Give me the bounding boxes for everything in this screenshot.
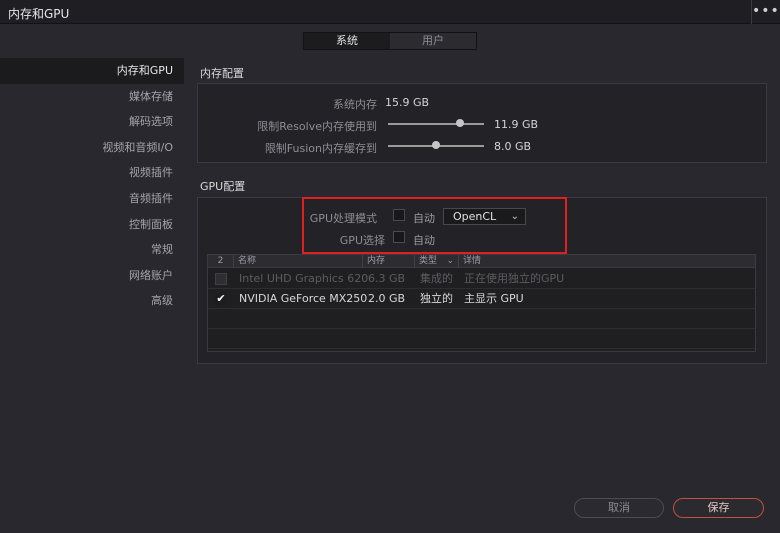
sidebar-item-decode-options[interactable]: 解码选项 bbox=[0, 109, 184, 135]
sidebar-item-memory-gpu[interactable]: 内存和GPU bbox=[0, 58, 184, 84]
gpu-mode-dropdown[interactable]: OpenCL ⌄ bbox=[443, 208, 526, 225]
fusion-limit-value: 8.0 GB bbox=[494, 140, 532, 153]
sidebar-item-network-accounts[interactable]: 网络账户 bbox=[0, 263, 184, 289]
gpu-table: 2 名称 内存 类型 ⌄ 详情 Intel UHD Graphics 620 6… bbox=[207, 254, 756, 352]
checkmark-icon: ✔ bbox=[216, 292, 226, 305]
window-title: 内存和GPU bbox=[8, 7, 70, 21]
resolve-limit-value: 11.9 GB bbox=[494, 118, 539, 131]
table-row-empty bbox=[208, 329, 755, 349]
gpu-config-title: GPU配置 bbox=[200, 180, 246, 193]
gpu-type: 独立的 bbox=[420, 292, 453, 305]
gpu-select-auto-label: 自动 bbox=[413, 234, 435, 247]
system-memory-label: 系统内存 bbox=[333, 98, 377, 111]
tab-user[interactable]: 用户 bbox=[390, 33, 476, 49]
gpu-mode-value: OpenCL bbox=[453, 210, 497, 223]
gpu-select-label: GPU选择 bbox=[339, 234, 385, 247]
gpu-row-checkbox[interactable] bbox=[215, 273, 227, 285]
gpu-type-header[interactable]: 类型 ⌄ bbox=[415, 255, 459, 268]
gpu-name: NVIDIA GeForce MX250 bbox=[239, 292, 368, 305]
gpu-type-header-label: 类型 bbox=[419, 256, 438, 266]
resolve-memory-slider-handle[interactable] bbox=[456, 119, 464, 127]
settings-tabs: 系统 用户 bbox=[303, 32, 477, 50]
cancel-button[interactable]: 取消 bbox=[574, 498, 664, 518]
sidebar-item-general[interactable]: 常规 bbox=[0, 237, 184, 263]
sidebar-item-video-audio-io[interactable]: 视频和音频I/O bbox=[0, 135, 184, 161]
chevron-down-icon: ⌄ bbox=[446, 256, 454, 266]
title-bar: 内存和GPU ••• bbox=[0, 0, 780, 24]
gpu-memory-header[interactable]: 内存 bbox=[363, 255, 415, 268]
resolve-memory-slider[interactable] bbox=[388, 123, 484, 125]
gpu-table-header: 2 名称 内存 类型 ⌄ 详情 bbox=[208, 255, 755, 268]
gpu-name-header[interactable]: 名称 bbox=[234, 255, 363, 268]
sidebar: 内存和GPU 媒体存储 解码选项 视频和音频I/O 视频插件 音频插件 控制面板… bbox=[0, 58, 184, 314]
resolve-limit-label: 限制Resolve内存使用到 bbox=[257, 120, 377, 133]
gpu-mode-auto-checkbox[interactable] bbox=[393, 209, 405, 221]
gpu-memory: 2.0 GB bbox=[368, 292, 406, 305]
sidebar-item-advanced[interactable]: 高级 bbox=[0, 288, 184, 314]
sidebar-item-control-panels[interactable]: 控制面板 bbox=[0, 212, 184, 238]
gpu-details-header[interactable]: 详情 bbox=[459, 255, 755, 268]
gpu-type: 集成的 bbox=[420, 272, 453, 285]
gpu-details: 正在使用独立的GPU bbox=[464, 272, 565, 285]
gpu-row-checkbox[interactable]: ✔ bbox=[215, 293, 227, 305]
fusion-cache-slider-handle[interactable] bbox=[432, 141, 440, 149]
memory-config-title: 内存配置 bbox=[200, 67, 244, 80]
save-button[interactable]: 保存 bbox=[673, 498, 764, 518]
tab-system[interactable]: 系统 bbox=[304, 33, 390, 49]
gpu-count-header[interactable]: 2 bbox=[208, 255, 234, 268]
gpu-mode-auto-label: 自动 bbox=[413, 212, 435, 225]
table-row[interactable]: ✔ NVIDIA GeForce MX250 2.0 GB 独立的 主显示 GP… bbox=[208, 289, 755, 309]
sidebar-item-media-storage[interactable]: 媒体存储 bbox=[0, 84, 184, 110]
gpu-name: Intel UHD Graphics 620 bbox=[239, 272, 369, 285]
fusion-limit-label: 限制Fusion内存缓存到 bbox=[264, 142, 377, 155]
gpu-memory: 6.3 GB bbox=[368, 272, 406, 285]
table-row-empty bbox=[208, 309, 755, 329]
more-dots-icon[interactable]: ••• bbox=[752, 2, 779, 22]
chevron-down-icon: ⌄ bbox=[510, 211, 519, 222]
gpu-mode-label: GPU处理模式 bbox=[309, 212, 377, 225]
sidebar-item-video-plugins[interactable]: 视频插件 bbox=[0, 160, 184, 186]
gpu-select-auto-checkbox[interactable] bbox=[393, 231, 405, 243]
table-row[interactable]: Intel UHD Graphics 620 6.3 GB 集成的 正在使用独立… bbox=[208, 269, 755, 289]
system-memory-value: 15.9 GB bbox=[385, 96, 430, 109]
gpu-details: 主显示 GPU bbox=[464, 292, 524, 305]
sidebar-item-audio-plugins[interactable]: 音频插件 bbox=[0, 186, 184, 212]
